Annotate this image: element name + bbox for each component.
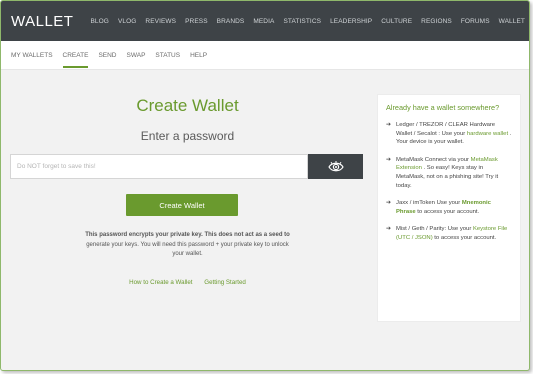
sidebar-item-hardware: ➔ Ledger / TREZOR / CLEAR Hardware Walle… xyxy=(386,121,512,147)
getting-started-link[interactable]: Getting Started xyxy=(204,279,246,286)
tab-send[interactable]: SEND xyxy=(98,52,116,59)
arrow-right-icon: ➔ xyxy=(386,200,392,207)
tab-swap[interactable]: SWAP xyxy=(127,52,146,59)
sidebar-item-text: Jaxx / imToken Use your xyxy=(396,200,462,207)
nav-blog[interactable]: BLOG xyxy=(90,18,108,25)
nav-statistics[interactable]: STATISTICS xyxy=(283,18,321,25)
note-line-2: generate your keys. You will need this p… xyxy=(86,241,289,248)
tab-status[interactable]: STATUS xyxy=(155,52,180,59)
sidebar-item-mnemonic: ➔ Jaxx / imToken Use your Mnemonic Phras… xyxy=(386,199,512,216)
page-title: Create Wallet xyxy=(136,96,239,115)
how-to-create-link[interactable]: How to Create a Wallet xyxy=(129,279,192,286)
sidebar-item-text: Mist / Geth / Parity: Use your xyxy=(396,226,473,233)
hardware-wallet-link[interactable]: hardware wallet xyxy=(467,131,508,137)
top-navbar: WALLET BLOG VLOG REVIEWS PRESS BRANDS ME… xyxy=(1,1,529,41)
show-password-button[interactable] xyxy=(308,154,363,179)
arrow-right-icon: ➔ xyxy=(386,226,392,233)
nav-regions[interactable]: REGIONS xyxy=(421,18,452,25)
content-area: Create Wallet Enter a password Create Wa… xyxy=(10,84,522,364)
create-wallet-button[interactable]: Create Wallet xyxy=(126,194,238,216)
nav-vlog[interactable]: VLOG xyxy=(118,18,136,25)
nav-reviews[interactable]: REVIEWS xyxy=(145,18,176,25)
note-line-1: This password encrypts your private key.… xyxy=(85,232,290,238)
sidebar-item-text: MetaMask Connect via your xyxy=(396,156,471,163)
note-line-3: your wallet. xyxy=(172,251,203,257)
nav-leadership[interactable]: LEADERSHIP xyxy=(330,18,372,25)
nav-wallet[interactable]: WALLET xyxy=(499,18,525,25)
sidebar-item-text: to access your account. xyxy=(415,208,480,215)
app-window: WALLET BLOG VLOG REVIEWS PRESS BRANDS ME… xyxy=(0,0,530,371)
help-links: How to Create a Wallet Getting Started xyxy=(10,279,365,286)
eye-icon xyxy=(327,160,344,171)
nav-culture[interactable]: CULTURE xyxy=(381,18,412,25)
sidebar-item-keystore: ➔ Mist / Geth / Parity: Use your Keystor… xyxy=(386,225,512,242)
nav-forums[interactable]: FORUMS xyxy=(461,18,490,25)
password-note: This password encrypts your private key.… xyxy=(60,231,315,260)
nav-media[interactable]: MEDIA xyxy=(253,18,274,25)
password-input[interactable] xyxy=(10,154,308,179)
wallet-subnav: MY WALLETS CREATE SEND SWAP STATUS HELP xyxy=(1,41,529,70)
sidebar-item-metamask: ➔ MetaMask Connect via your MetaMask Ext… xyxy=(386,156,512,190)
top-nav-links: BLOG VLOG REVIEWS PRESS BRANDS MEDIA STA… xyxy=(90,18,525,25)
arrow-right-icon: ➔ xyxy=(386,122,392,128)
tab-my-wallets[interactable]: MY WALLETS xyxy=(11,52,53,59)
arrow-right-icon: ➔ xyxy=(386,156,392,163)
sidebar-title: Already have a wallet somewhere? xyxy=(386,103,500,112)
password-prompt: Enter a password xyxy=(140,129,235,143)
sidebar-item-text: to access your account. xyxy=(432,234,497,241)
nav-brands[interactable]: BRANDS xyxy=(217,18,245,25)
brand-logo[interactable]: WALLET xyxy=(11,13,73,30)
password-group xyxy=(10,154,363,179)
tab-help[interactable]: HELP xyxy=(190,52,207,59)
nav-press[interactable]: PRESS xyxy=(185,18,208,25)
existing-wallet-sidebar: Already have a wallet somewhere? ➔ Ledge… xyxy=(377,94,521,322)
tab-create[interactable]: CREATE xyxy=(62,52,89,68)
